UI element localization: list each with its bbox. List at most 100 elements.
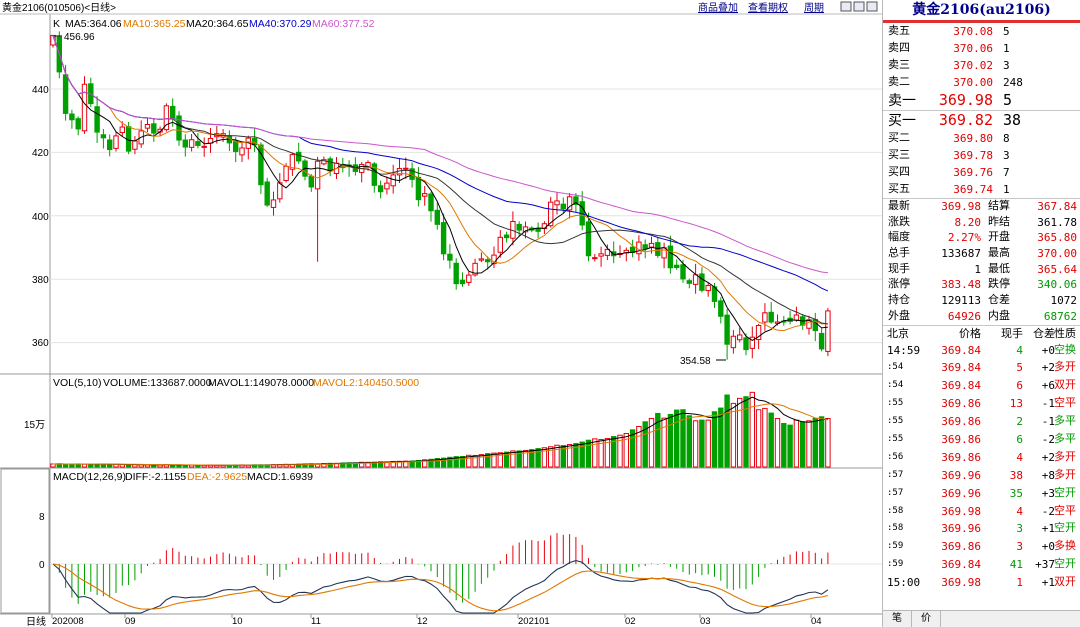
tick-row[interactable]: :54 369.84 5 +2 多开 <box>883 359 1080 377</box>
candle <box>377 185 384 193</box>
candle <box>270 199 277 208</box>
volume-bar <box>705 419 711 468</box>
ask-level[interactable]: 卖四 370.06 1 <box>883 40 1080 57</box>
stat-label: 内盘 <box>988 309 1010 322</box>
candle <box>674 264 680 268</box>
candle <box>62 74 69 114</box>
tick-price: 369.96 <box>941 486 981 500</box>
x-tick: 12 <box>417 616 428 627</box>
stat-value: 370.00 <box>1037 247 1077 261</box>
ask-price: 370.02 <box>953 59 993 72</box>
candle <box>642 244 648 250</box>
stat-value: 383.48 <box>941 278 981 292</box>
tick-price: 369.96 <box>941 468 981 482</box>
bottom-tab-1[interactable]: 价 <box>912 611 941 627</box>
window-buttons[interactable] <box>840 1 878 12</box>
stat-label: 持仓 <box>888 294 910 307</box>
tick-col-header: 价格 <box>959 327 981 340</box>
stat-value: 367.84 <box>1037 200 1077 213</box>
candle <box>296 151 302 162</box>
stat-value: 365.64 <box>1037 262 1077 276</box>
ma5-label: MA5:364.06 <box>65 18 122 30</box>
candle <box>113 135 119 149</box>
candle <box>390 174 396 187</box>
volume-bar <box>812 417 818 468</box>
bid-level[interactable]: 买二 369.80 8 <box>883 130 1080 147</box>
bid-price: 369.74 <box>953 183 993 196</box>
candle <box>648 242 655 248</box>
tick-time: :55 <box>887 416 904 427</box>
options-link[interactable]: 查看期权 <box>748 1 788 14</box>
x-tick: 202101 <box>518 616 550 627</box>
candle <box>680 264 686 280</box>
high-price-label: 456.96 <box>64 32 95 43</box>
tick-row[interactable]: :59 369.84 41 +37 空开 <box>883 556 1080 574</box>
stat-value: 64926 <box>947 309 981 323</box>
tick-row[interactable]: :57 369.96 38 +8 多开 <box>883 467 1080 485</box>
ask-volume: 5 <box>1003 91 1013 109</box>
tick-oi-change: -2 <box>1041 504 1055 518</box>
volume-bar <box>755 409 762 468</box>
candle <box>692 274 699 285</box>
period-link[interactable]: 周期 <box>804 2 824 14</box>
ma10-label: MA10:365.25 <box>123 18 186 30</box>
bid-label: 买二 <box>888 132 910 144</box>
bid-volume: 8 <box>1003 132 1010 145</box>
tick-row[interactable]: :58 369.96 3 +1 空开 <box>883 520 1080 538</box>
tick-oi-change: +1 <box>1041 576 1055 590</box>
kline-chart-area[interactable]: 黄金2106(010506)<日线> 商品叠加 查看期权 周期 K MA5:36… <box>0 0 882 627</box>
bottom-tab-0[interactable]: 笔 <box>883 611 912 627</box>
bid-level-1[interactable]: 买一 369.82 38 <box>883 111 1080 130</box>
candle <box>818 332 825 350</box>
kline-chart[interactable]: 黄金2106(010506)<日线> 商品叠加 查看期权 周期 K MA5:36… <box>0 0 882 627</box>
tick-volume: 6 <box>1016 379 1023 393</box>
tick-price: 369.86 <box>941 450 981 464</box>
ask-level[interactable]: 卖二 370.00 248 <box>883 74 1080 91</box>
tick-volume: 5 <box>1016 361 1023 375</box>
tick-row[interactable]: :55 369.86 2 -1 多平 <box>883 413 1080 431</box>
bid-volume: 7 <box>1003 166 1010 179</box>
tick-row[interactable]: 15:00 369.98 1 +1 双开 <box>883 574 1080 592</box>
bid-label: 买一 <box>888 112 916 128</box>
overlay-link[interactable]: 商品叠加 <box>698 1 738 14</box>
maximize-icon[interactable] <box>853 1 865 12</box>
close-icon[interactable] <box>866 1 878 12</box>
candle <box>503 234 510 239</box>
restore-icon[interactable] <box>840 1 852 12</box>
candle <box>554 200 560 206</box>
ask-level[interactable]: 卖三 370.02 3 <box>883 57 1080 74</box>
tick-row[interactable]: :56 369.86 4 +2 多开 <box>883 449 1080 467</box>
bid-level[interactable]: 买五 369.74 1 <box>883 181 1080 198</box>
candle <box>144 124 151 129</box>
tick-volume: 1 <box>1016 576 1023 590</box>
tick-row[interactable]: :54 369.84 6 +6 双开 <box>883 377 1080 395</box>
tick-price: 369.86 <box>941 432 981 446</box>
candle <box>308 175 315 188</box>
bid-label: 买五 <box>888 183 910 195</box>
tick-row[interactable]: :58 369.98 4 -2 空平 <box>883 503 1080 521</box>
tick-row[interactable]: 14:59 369.84 4 +0 空换 <box>883 342 1080 360</box>
candle <box>201 145 207 148</box>
tick-list[interactable]: 14:59 369.84 4 +0 空换:54 369.84 5 +2 多开:54 369.84 6… <box>883 342 1080 592</box>
bid-price: 369.82 <box>938 111 993 129</box>
candle <box>453 262 459 285</box>
ask-book: 卖五 370.08 5 卖四 370.06 1 卖三 370.02 3 卖二 370.00 248 卖一… <box>883 23 1080 110</box>
bid-level[interactable]: 买三 369.78 3 <box>883 147 1080 164</box>
bid-level[interactable]: 买四 369.76 7 <box>883 164 1080 181</box>
tick-row[interactable]: :55 369.86 6 -2 多平 <box>883 431 1080 449</box>
candle <box>182 139 189 148</box>
volume-bar <box>132 464 138 468</box>
candle <box>403 167 409 170</box>
tick-time: :55 <box>887 433 904 444</box>
tick-row[interactable]: :59 369.86 3 +0 多换 <box>883 538 1080 556</box>
stat-value: 129113 <box>941 294 981 308</box>
ask-level-1[interactable]: 卖一 369.98 5 <box>883 91 1080 110</box>
tick-row[interactable]: :55 369.86 13 -1 空平 <box>883 395 1080 413</box>
tick-row[interactable]: :57 369.96 35 +3 空开 <box>883 485 1080 503</box>
bottom-tabs[interactable]: 笔价 <box>883 610 1080 627</box>
tick-price: 369.86 <box>941 540 981 554</box>
stat-label: 幅度 <box>888 231 910 244</box>
y-tick: 420 <box>32 148 49 159</box>
x-tick: 10 <box>232 616 243 627</box>
ask-level[interactable]: 卖五 370.08 5 <box>883 23 1080 40</box>
